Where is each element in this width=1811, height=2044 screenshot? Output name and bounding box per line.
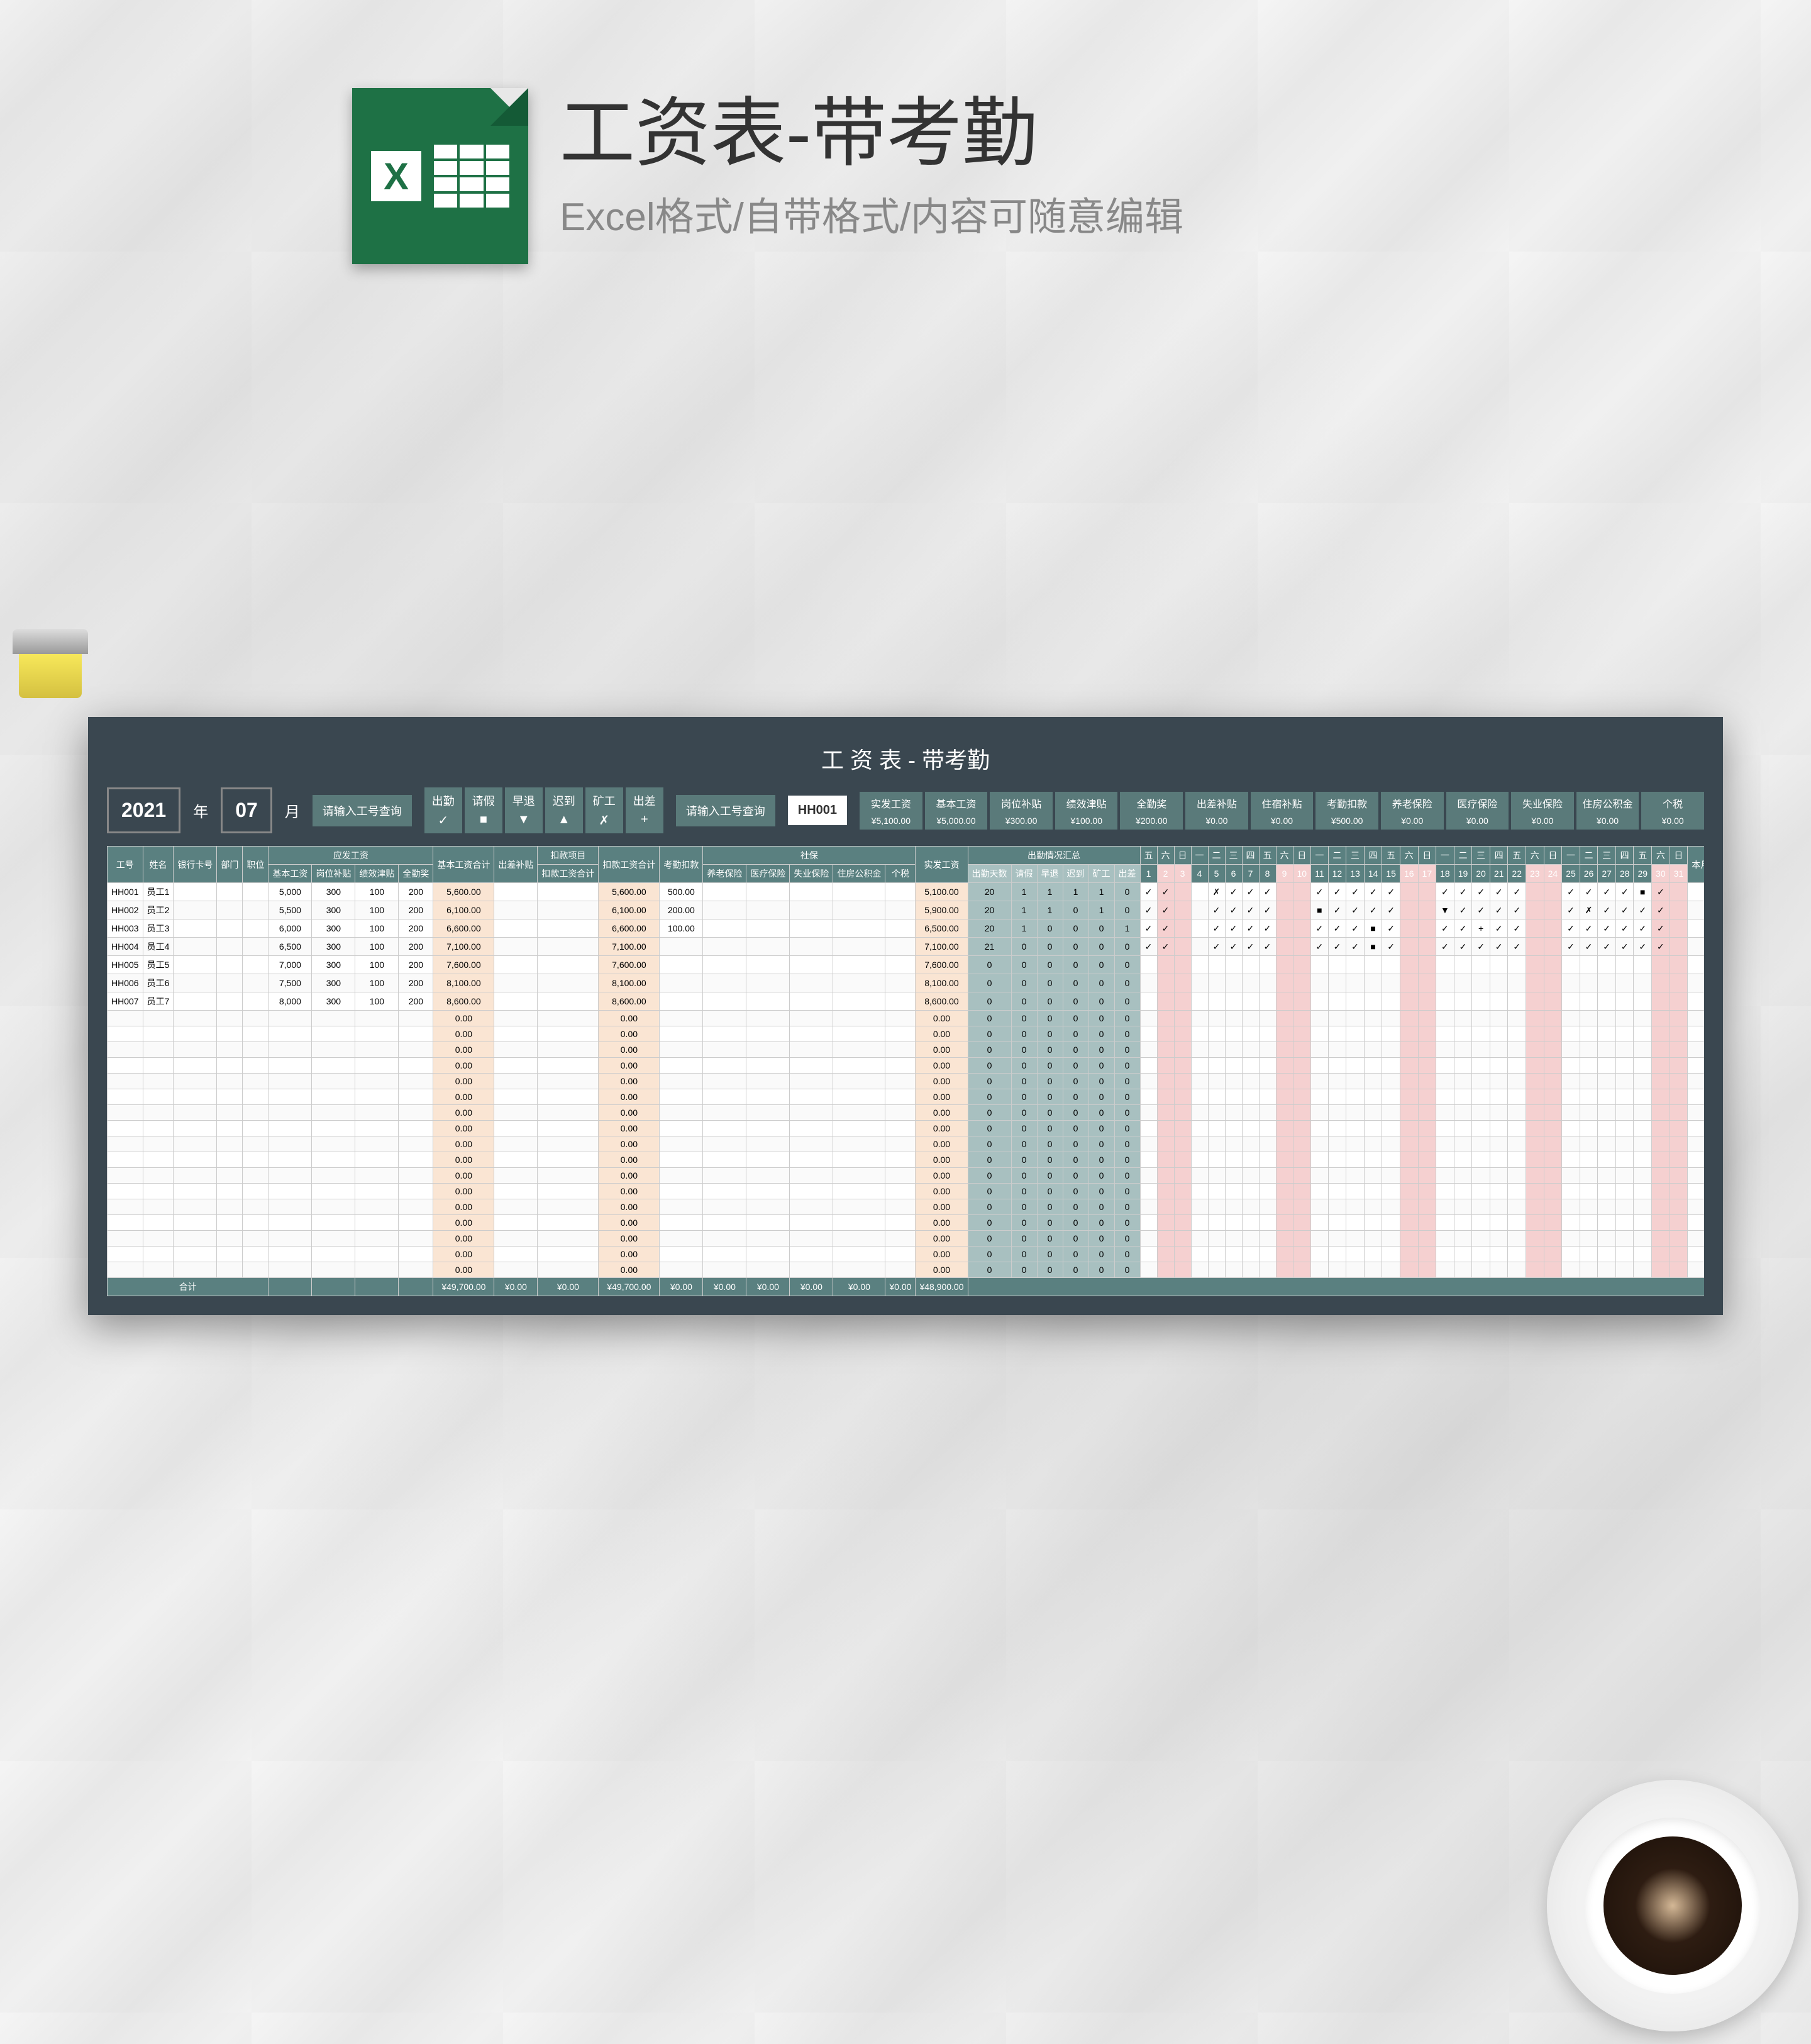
sheet-title: 工 资 表 - 带考勤 bbox=[107, 736, 1704, 787]
summary-item: 考勤扣款¥500.00 bbox=[1315, 792, 1378, 830]
table-row[interactable]: 0.000.000.00000000 bbox=[108, 1089, 1705, 1105]
query-label: 请输入工号查询 bbox=[676, 795, 775, 826]
year-input[interactable]: 2021 bbox=[107, 787, 180, 833]
month-label: 月 bbox=[285, 799, 300, 821]
page-title: 工资表-带考勤 bbox=[560, 88, 1183, 179]
table-row[interactable]: 0.000.000.00000000 bbox=[108, 1105, 1705, 1121]
table-row[interactable]: 0.000.000.00000000 bbox=[108, 1136, 1705, 1152]
summary-row: 实发工资¥5,100.00基本工资¥5,000.00岗位补贴¥300.00绩效津… bbox=[860, 792, 1704, 830]
table-row[interactable]: 0.000.000.00000000 bbox=[108, 1168, 1705, 1184]
table-row[interactable]: 0.000.000.00000000 bbox=[108, 1042, 1705, 1058]
table-row[interactable]: 0.000.000.00000000 bbox=[108, 1262, 1705, 1278]
table-row[interactable]: 0.000.000.00000000 bbox=[108, 1231, 1705, 1247]
legend-item: 出差+ bbox=[626, 787, 663, 833]
table-row[interactable]: 0.000.000.00000000 bbox=[108, 1074, 1705, 1089]
table-row[interactable]: HH005员工57,0003001002007,600.007,600.007,… bbox=[108, 956, 1705, 974]
table-row[interactable]: HH007员工78,0003001002008,600.008,600.008,… bbox=[108, 992, 1705, 1011]
table-row[interactable]: 0.000.000.00000000 bbox=[108, 1199, 1705, 1215]
summary-item: 岗位补贴¥300.00 bbox=[990, 792, 1053, 830]
query-input[interactable]: HH001 bbox=[788, 796, 847, 825]
table-row[interactable]: HH002员工25,5003001002006,100.006,100.0020… bbox=[108, 901, 1705, 919]
summary-item: 个税¥0.00 bbox=[1641, 792, 1704, 830]
controls-row: 2021 年 07 月 请输入工号查询 出勤✓请假■早退▼迟到▲矿工✗出差+ 请… bbox=[107, 787, 1704, 833]
table-row[interactable]: 0.000.000.00000000 bbox=[108, 1058, 1705, 1074]
table-row[interactable]: 0.000.000.00000000 bbox=[108, 1184, 1705, 1199]
page-header: X 工资表-带考勤 Excel格式/自带格式/内容可随意编辑 bbox=[0, 0, 1811, 264]
legend-item: 矿工✗ bbox=[585, 787, 623, 833]
year-label: 年 bbox=[193, 799, 208, 821]
legend-item: 请假■ bbox=[465, 787, 502, 833]
summary-item: 绩效津贴¥100.00 bbox=[1055, 792, 1118, 830]
table-wrapper: 工号姓名银行卡号部门职位应发工资基本工资合计出差补贴扣款项目扣款工资合计考勤扣款… bbox=[107, 846, 1704, 1296]
table-row[interactable]: 0.000.000.00000000 bbox=[108, 1215, 1705, 1231]
binder-clip bbox=[0, 629, 88, 704]
summary-item: 住宿补贴¥0.00 bbox=[1251, 792, 1314, 830]
month-input[interactable]: 07 bbox=[221, 787, 272, 833]
summary-item: 实发工资¥5,100.00 bbox=[860, 792, 922, 830]
summary-item: 住房公积金¥0.00 bbox=[1576, 792, 1639, 830]
table-row[interactable]: 0.000.000.00000000 bbox=[108, 1247, 1705, 1262]
title-block: 工资表-带考勤 Excel格式/自带格式/内容可随意编辑 bbox=[560, 88, 1183, 242]
table-row[interactable]: 0.000.000.00000000 bbox=[108, 1121, 1705, 1136]
legend: 出勤✓请假■早退▼迟到▲矿工✗出差+ bbox=[424, 787, 663, 833]
summary-item: 全勤奖¥200.00 bbox=[1120, 792, 1183, 830]
summary-item: 养老保险¥0.00 bbox=[1381, 792, 1444, 830]
legend-item: 早退▼ bbox=[505, 787, 543, 833]
coffee-cup bbox=[1547, 1780, 1798, 2031]
legend-item: 迟到▲ bbox=[545, 787, 583, 833]
table-row[interactable]: HH003员工36,0003001002006,600.006,600.0010… bbox=[108, 919, 1705, 938]
table-row[interactable]: HH004员工46,5003001002007,100.007,100.007,… bbox=[108, 938, 1705, 956]
table-row[interactable]: HH006员工67,5003001002008,100.008,100.008,… bbox=[108, 974, 1705, 992]
summary-item: 失业保险¥0.00 bbox=[1511, 792, 1574, 830]
table-row[interactable]: 0.000.000.00000000 bbox=[108, 1152, 1705, 1168]
page-subtitle: Excel格式/自带格式/内容可随意编辑 bbox=[560, 185, 1183, 242]
spreadsheet: 工 资 表 - 带考勤 2021 年 07 月 请输入工号查询 出勤✓请假■早退… bbox=[88, 717, 1723, 1315]
summary-item: 基本工资¥5,000.00 bbox=[925, 792, 988, 830]
summary-item: 医疗保险¥0.00 bbox=[1446, 792, 1509, 830]
legend-item: 出勤✓ bbox=[424, 787, 462, 833]
footer-row: 合计¥49,700.00¥0.00¥0.00¥49,700.00¥0.00¥0.… bbox=[108, 1278, 1705, 1296]
table-row[interactable]: HH001员工15,0003001002005,600.005,600.0050… bbox=[108, 883, 1705, 901]
payroll-table: 工号姓名银行卡号部门职位应发工资基本工资合计出差补贴扣款项目扣款工资合计考勤扣款… bbox=[107, 846, 1704, 1296]
table-row[interactable]: 0.000.000.00000000 bbox=[108, 1026, 1705, 1042]
search-label: 请输入工号查询 bbox=[313, 795, 412, 826]
table-row[interactable]: 0.000.000.00000000 bbox=[108, 1011, 1705, 1026]
excel-icon: X bbox=[352, 88, 528, 264]
summary-item: 出差补贴¥0.00 bbox=[1185, 792, 1248, 830]
